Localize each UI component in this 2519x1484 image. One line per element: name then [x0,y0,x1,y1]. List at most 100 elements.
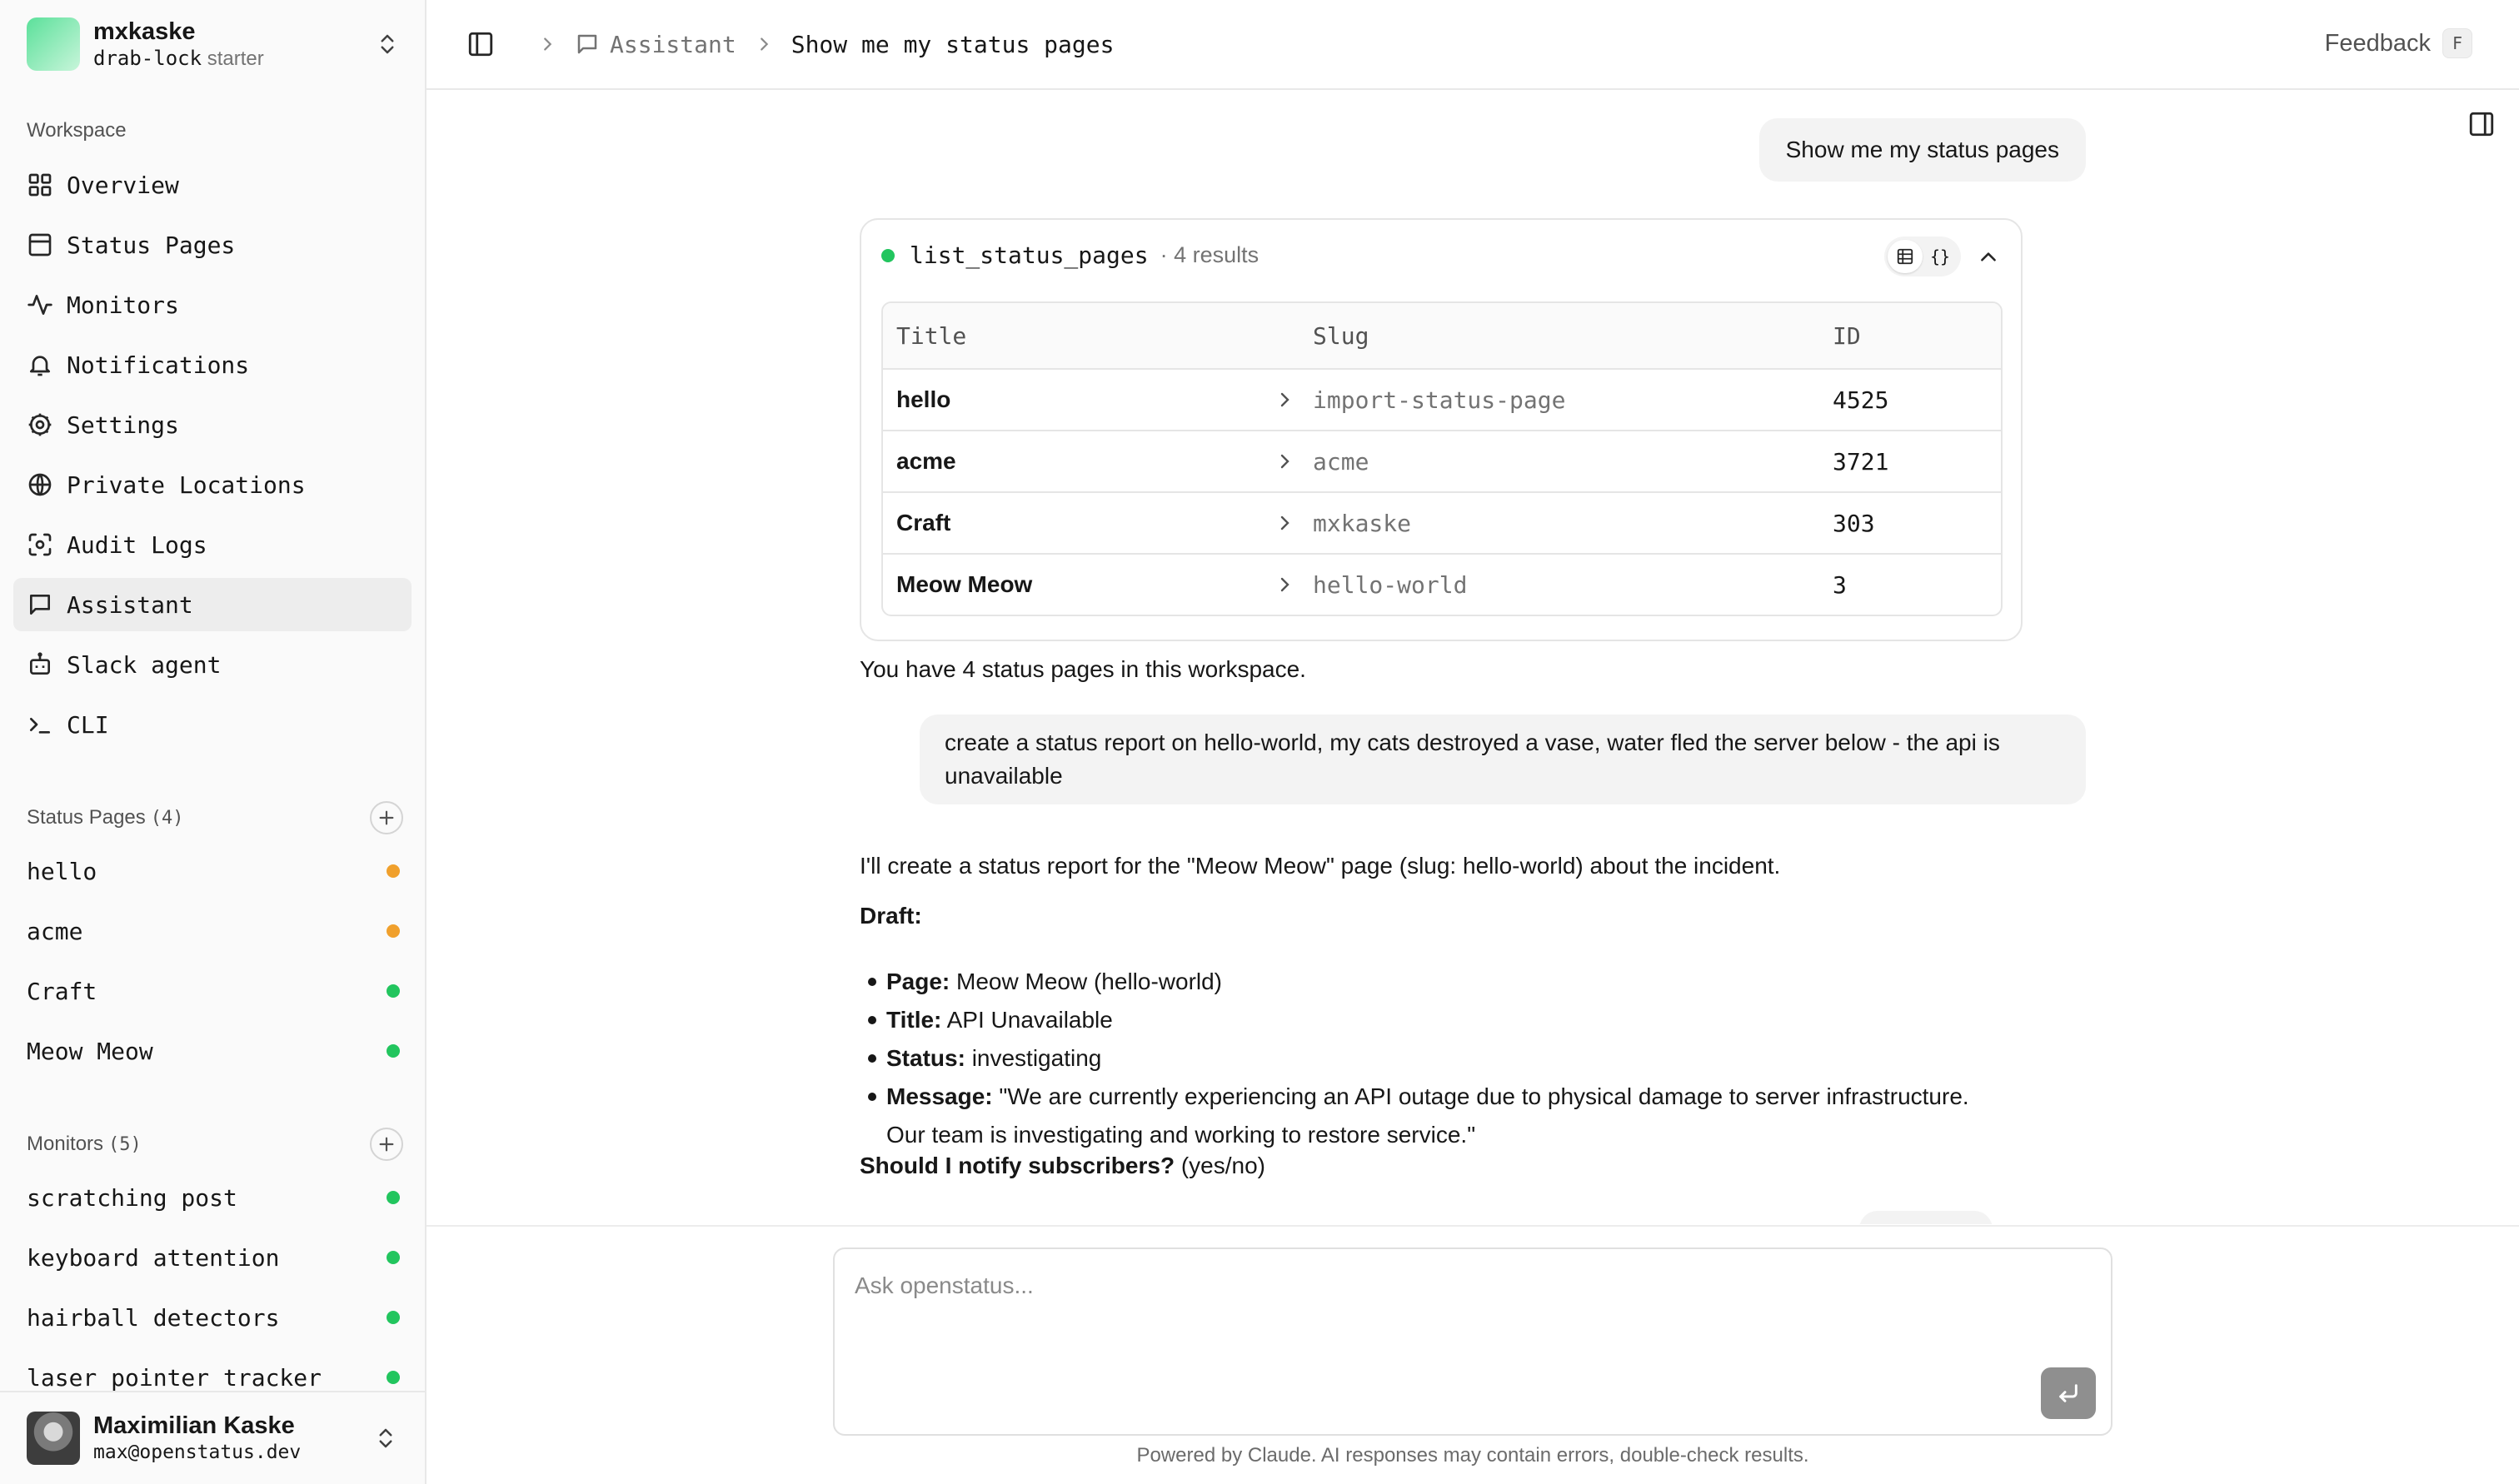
cell-title: hello [896,386,951,412]
sidebar-item-audit-logs[interactable]: Audit Logs [13,518,412,571]
status-page-label: hello [27,857,97,885]
draft-heading: Draft: [860,903,922,929]
sidebar-item-notifications[interactable]: Notifications [13,338,412,391]
sidebar-item-slack-agent[interactable]: Slack agent [13,638,412,691]
enter-icon [2059,1384,2078,1402]
breadcrumb-assistant[interactable]: Assistant [575,31,736,58]
feedback-button[interactable]: Feedback F [2325,28,2472,58]
table-row[interactable]: Craft mxkaske 303 [883,491,2001,553]
sidebar: mxkaske drab-lock starter Workspace Over… [0,0,426,1484]
top-bar: Assistant Show me my status pages Feedba… [426,0,2519,90]
sidebar-item-assistant[interactable]: Assistant [13,578,412,631]
status-pages-group-title: Status Pages (4) [27,806,184,829]
send-button[interactable] [2041,1367,2096,1419]
sidebar-toggle-icon[interactable] [466,30,495,58]
monitor-label: hairball detectors [27,1303,280,1332]
group-title-text: Monitors [27,1133,104,1155]
sidebar-item-overview[interactable]: Overview [13,158,412,212]
plus-icon [379,810,394,825]
chat-icon [30,595,50,615]
cell-title: Meow Meow [896,571,1033,597]
assistant-message: You have 4 status pages in this workspac… [860,656,1306,682]
draft-value: API Unavailable [946,1007,1113,1033]
draft-key: Title: [886,1007,942,1033]
cell-slug: acme [1313,447,1369,476]
draft-value: investigating [971,1045,1102,1071]
chat-thread: Show me my status pages list_status_page… [860,90,2086,1224]
bell-icon [30,356,50,376]
draft-value: Meow Meow (hello-world) [956,969,1223,994]
tool-name: list_status_pages [910,242,1149,269]
avatar [27,1412,80,1465]
chat-icon [577,34,597,54]
status-pages-group-header: Status Pages (4) [27,801,403,834]
feedback-shortcut: F [2442,28,2472,58]
tool-result-card: list_status_pages · 4 results {} Title S… [860,218,2023,641]
status-page-item[interactable]: Craft [27,961,403,1021]
draft-key: Message: [886,1083,993,1109]
status-pages-list: hello acme Craft Meow Meow [27,841,403,1081]
feedback-label: Feedback [2324,29,2431,57]
column-header: ID [1833,321,1861,350]
monitor-item[interactable]: keyboard attention [27,1228,403,1287]
sidebar-item-label: Notifications [67,351,250,379]
monitors-group-header: Monitors (5) [27,1128,403,1161]
breadcrumb-assistant-label: Assistant [610,30,736,58]
sidebar-nav: Overview Status Pages Monitors Notificat… [13,158,412,758]
list-item: Message: "We are currently experiencing … [860,1078,2043,1154]
status-dot [387,1311,400,1324]
cell-id: 3 [1833,570,1847,599]
json-view-button[interactable]: {} [1923,240,1958,273]
table-row[interactable]: hello import-status-page 4525 [883,368,2001,430]
status-dot [387,1191,400,1204]
monitor-item[interactable]: hairball detectors [27,1287,403,1347]
status-dot [387,864,400,878]
status-page-label: Meow Meow [27,1037,153,1065]
workspace-switcher[interactable]: mxkaske drab-lock starter [27,17,400,72]
draft-key: Status: [886,1045,965,1071]
chat-composer [833,1247,2112,1436]
cell-title: acme [896,448,956,474]
status-page-label: Craft [27,977,97,1005]
chevron-up-icon[interactable] [1978,247,1999,268]
table-row[interactable]: acme acme 3721 [883,430,2001,491]
user-message-text: Show me my status pages [1785,137,2059,162]
status-dot [387,1371,400,1384]
add-monitor-button[interactable] [370,1128,403,1161]
question-rest: (yes/no) [1175,1153,1265,1178]
user-message: create a status report on hello-world, m… [920,715,2086,804]
sidebar-item-label: CLI [67,710,109,739]
cell-slug: mxkaske [1313,509,1412,537]
chat-input[interactable] [855,1269,2021,1302]
user-message: Show me my status pages [1758,118,2086,182]
sidebar-item-cli[interactable]: CLI [13,698,412,751]
draft-list: Page: Meow Meow (hello-world) Title: API… [860,963,2043,1154]
tool-header: list_status_pages · 4 results [881,242,1259,269]
table-header-row: Title Slug ID [883,303,2001,368]
table-view-button[interactable] [1888,240,1923,273]
table-row[interactable]: Meow Meow hello-world 3 [883,553,2001,615]
status-page-item[interactable]: hello [27,841,403,901]
workspace-plan: starter [207,47,264,70]
status-page-item[interactable]: acme [27,901,403,961]
status-page-item[interactable]: Meow Meow [27,1021,403,1081]
cell-title: Craft [896,510,951,535]
user-menu[interactable]: Maximilian Kaske max@openstatus.dev [0,1391,425,1484]
sidebar-item-label: Monitors [67,291,179,319]
cell-id: 303 [1833,509,1875,537]
sidebar-item-private-locations[interactable]: Private Locations [13,458,412,511]
assistant-message: I'll create a status report for the "Meo… [860,853,1781,879]
status-page-label: acme [27,917,83,945]
sidebar-item-status-pages[interactable]: Status Pages [13,218,412,271]
workspace-subtitle: drab-lock starter [93,46,264,72]
group-count: (5) [108,1134,142,1155]
right-panel-toggle-icon[interactable] [2467,110,2496,138]
sidebar-item-label: Overview [67,171,179,199]
sidebar-item-settings[interactable]: Settings [13,398,412,451]
add-status-page-button[interactable] [370,801,403,834]
monitor-item[interactable]: scratching post [27,1168,403,1228]
user-email: max@openstatus.dev [93,1442,302,1463]
sidebar-item-monitors[interactable]: Monitors [13,278,412,331]
breadcrumb-current: Show me my status pages [791,30,1115,58]
sidebar-item-label: Slack agent [67,650,222,679]
